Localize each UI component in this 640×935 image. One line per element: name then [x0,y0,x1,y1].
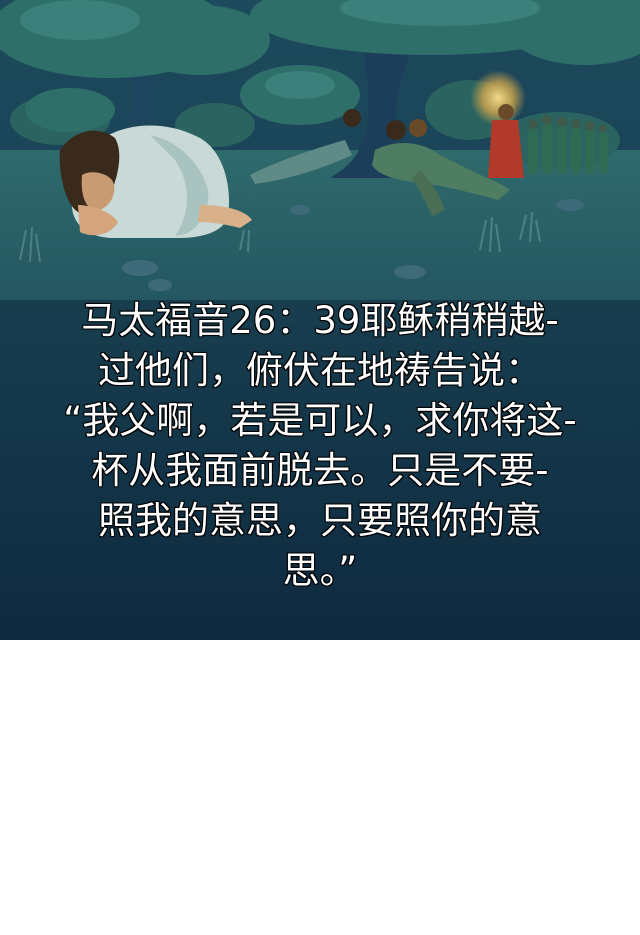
scripture-caption: 马太福音26：39耶稣稍稍越- 过他们，俯伏在地祷告说： “我父啊，若是可以，求… [0,296,640,596]
caption-line-1: 马太福音26：39耶稣稍稍越- [80,298,559,343]
caption-line-3: “我父啊，若是可以，求你将这- [62,398,577,443]
caption-line-2: 过他们，俯伏在地祷告说： [97,348,543,393]
caption-line-4: 杯从我面前脱去。只是不要- [91,448,550,493]
blank-area [0,640,640,935]
caption-line-5: 照我的意思，只要照你的意 [97,498,543,543]
caption-line-6: 思。” [282,548,358,593]
torch-glow [470,70,526,126]
illustration-frame: 马太福音26：39耶稣稍稍越- 过他们，俯伏在地祷告说： “我父啊，若是可以，求… [0,0,640,640]
